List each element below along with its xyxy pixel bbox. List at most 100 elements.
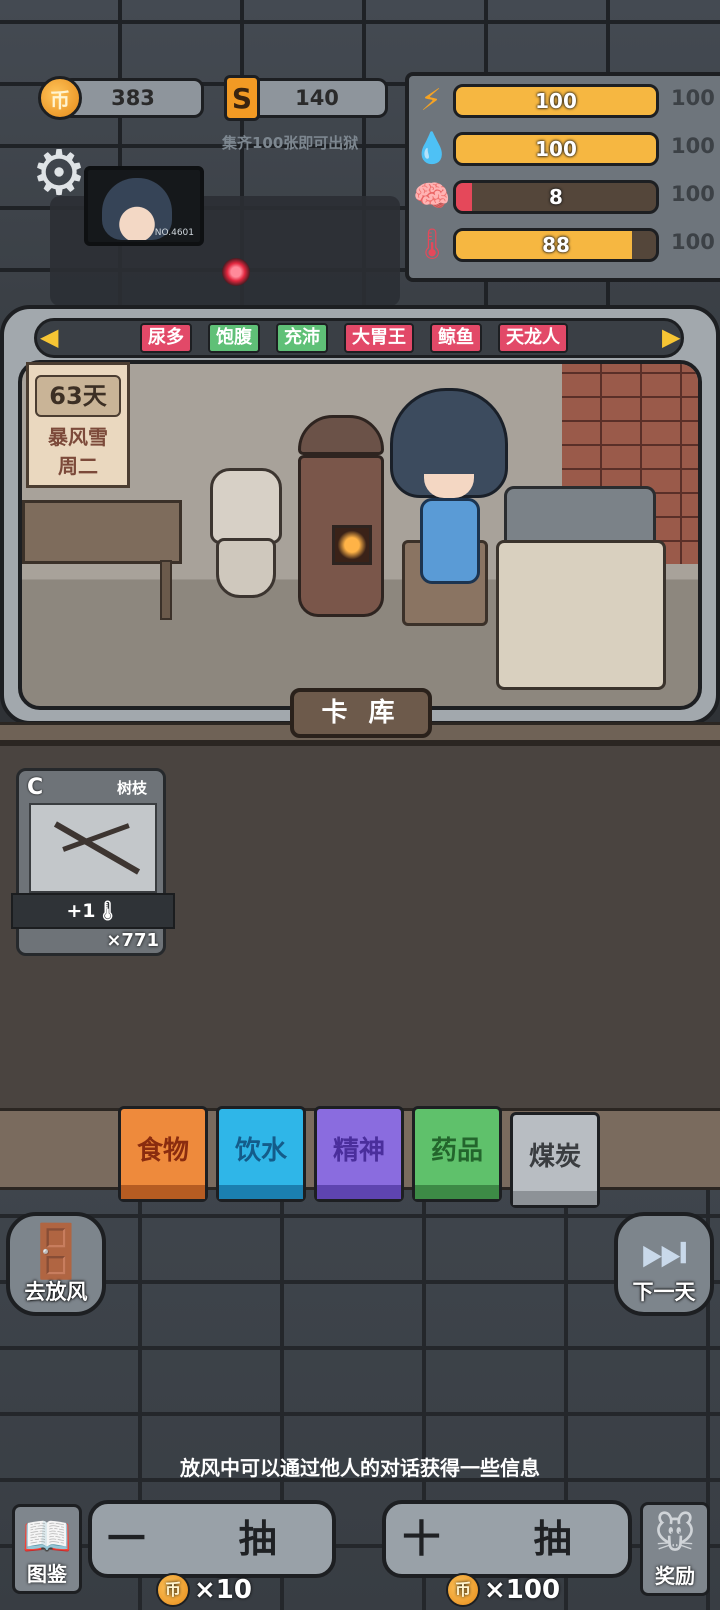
red-light-icon xyxy=(222,258,250,286)
trait-tag[interactable]: 鲸鱼 xyxy=(430,323,482,353)
coin-amount: 383 xyxy=(111,86,155,110)
inventory-card-branch[interactable]: C 树枝 +1🌡 ×771 xyxy=(11,768,175,956)
tab-base xyxy=(121,1185,205,1199)
stove-fire-icon xyxy=(332,525,372,565)
trait-tag[interactable]: 尿多 xyxy=(140,323,192,353)
coin-icon: 币 xyxy=(156,1573,190,1607)
stat-water: 💧 100 100 xyxy=(409,126,720,172)
tab-water[interactable]: 饮水 xyxy=(216,1106,306,1202)
coin-icon: 币 xyxy=(38,76,82,120)
draw-ten-label: 十 抽 xyxy=(402,1517,612,1561)
tab-food[interactable]: 食物 xyxy=(118,1106,208,1202)
toilet-tank xyxy=(210,468,282,544)
tab-medicine[interactable]: 药品 xyxy=(412,1106,502,1202)
day-counter: 63天 xyxy=(35,375,121,417)
bed-mattress xyxy=(496,540,666,690)
tab-spirit-label: 精神 xyxy=(332,1136,385,1166)
spirit-max: 100 xyxy=(671,182,715,206)
trait-tag[interactable]: 充沛 xyxy=(276,323,328,353)
trait-tag[interactable]: 天龙人 xyxy=(498,323,568,353)
tab-spirit[interactable]: 精神 xyxy=(314,1106,404,1202)
weather-label: 暴风雪 xyxy=(48,425,108,449)
go-out-label: 去放风 xyxy=(24,1280,88,1304)
thermometer-icon: 🌡 xyxy=(413,227,452,262)
stat-warmth: 🌡 88 100 xyxy=(409,222,720,268)
coal-stove[interactable] xyxy=(296,415,388,620)
warmth-bar: 88 xyxy=(453,228,659,262)
spirit-bar: 8 xyxy=(453,180,659,214)
trait-tag[interactable]: 饱腹 xyxy=(208,323,260,353)
calendar-sign: 63天 暴风雪 周二 xyxy=(26,362,130,488)
energy-max: 100 xyxy=(671,86,715,110)
coin-symbol: 币 xyxy=(50,87,70,112)
card-effect: +1🌡 xyxy=(11,893,175,929)
player-portrait[interactable]: NO.4601 xyxy=(84,166,204,246)
draw-one-label: 一 抽 xyxy=(107,1517,317,1561)
prisoner-suit xyxy=(420,498,480,584)
energy-icon: ⚡ xyxy=(420,83,442,118)
trait-tag[interactable]: 大胃王 xyxy=(344,323,414,353)
card-amount: 140 xyxy=(295,86,339,110)
prisoner-character[interactable] xyxy=(390,388,510,588)
draw-one-cost-value: ×10 xyxy=(194,1575,252,1605)
card-library-title: 卡 库 xyxy=(290,688,432,738)
card-symbol: S xyxy=(231,81,253,115)
draw-ten-button[interactable]: 十 抽 xyxy=(382,1500,632,1578)
codex-button[interactable]: 📖 图鉴 xyxy=(12,1504,82,1594)
water-icon: 💧 xyxy=(413,131,451,166)
draw-one-button[interactable]: 一 抽 xyxy=(88,1500,336,1578)
reward-label: 奖励 xyxy=(655,1564,695,1588)
next-day-button[interactable]: ⏭ 下一天 xyxy=(614,1212,714,1316)
energy-bar: 100 xyxy=(453,84,659,118)
tip-text: 放风中可以通过他人的对话获得一些信息 xyxy=(180,1456,540,1480)
energy-value: 100 xyxy=(535,89,577,113)
collect-hint: 集齐100张即可出狱 xyxy=(222,134,359,152)
card-count: ×771 xyxy=(106,930,159,951)
card-balance: 140 xyxy=(246,78,388,118)
tab-water-label: 饮水 xyxy=(234,1136,287,1166)
weekday-label: 周二 xyxy=(58,454,98,478)
codex-label: 图鉴 xyxy=(27,1562,67,1586)
prisoner-number: NO.4601 xyxy=(154,228,194,238)
tab-base xyxy=(219,1185,303,1199)
warmth-max: 100 xyxy=(671,230,715,254)
water-max: 100 xyxy=(671,134,715,158)
card-grade: C xyxy=(27,775,44,800)
tab-base xyxy=(513,1191,597,1205)
spirit-value: 8 xyxy=(549,185,563,209)
stove-lid xyxy=(298,415,384,455)
draw-ten-cost-value: ×100 xyxy=(484,1575,561,1605)
coin-icon: 币 xyxy=(446,1573,480,1607)
toilet-bowl xyxy=(216,538,276,598)
branch-icon xyxy=(29,803,157,893)
toilet[interactable] xyxy=(206,468,286,600)
bed[interactable] xyxy=(496,486,674,696)
brain-icon: 🧠 xyxy=(413,179,451,214)
tab-base xyxy=(415,1185,499,1199)
tag-left-arrow-icon[interactable]: ◀ xyxy=(40,322,60,352)
tab-coal-label: 煤炭 xyxy=(528,1142,581,1172)
skip-forward-icon: ⏭ xyxy=(640,1222,688,1282)
stat-energy: ⚡ 100 100 xyxy=(409,78,720,124)
warmth-value: 88 xyxy=(542,233,570,257)
go-out-button[interactable]: 🚪 去放风 xyxy=(6,1212,106,1316)
draw-one-cost: 币 ×10 xyxy=(156,1572,252,1608)
tab-coal[interactable]: 煤炭 xyxy=(510,1112,600,1208)
card-currency-icon: S xyxy=(224,75,260,121)
tab-base xyxy=(317,1185,401,1199)
desk xyxy=(22,500,182,564)
door-icon: 🚪 xyxy=(23,1222,89,1282)
settings-gear-icon[interactable]: ⚙ xyxy=(28,142,90,204)
water-value: 100 xyxy=(535,137,577,161)
stat-spirit: 🧠 8 100 xyxy=(409,174,720,220)
tab-food-label: 食物 xyxy=(136,1136,189,1166)
mouse-icon: 🐭 xyxy=(654,1512,696,1558)
card-name: 树枝 xyxy=(116,779,147,797)
desk-leg xyxy=(160,560,172,620)
reward-button[interactable]: 🐭 奖励 xyxy=(640,1502,710,1596)
coin-balance: 383 xyxy=(62,78,204,118)
water-bar: 100 xyxy=(453,132,659,166)
stats-panel: ⚡ 100 100 💧 100 100 🧠 8 100 🌡 88 100 xyxy=(405,72,720,282)
tag-right-arrow-icon[interactable]: ▶ xyxy=(662,322,682,352)
draw-ten-cost: 币 ×100 xyxy=(446,1572,560,1608)
